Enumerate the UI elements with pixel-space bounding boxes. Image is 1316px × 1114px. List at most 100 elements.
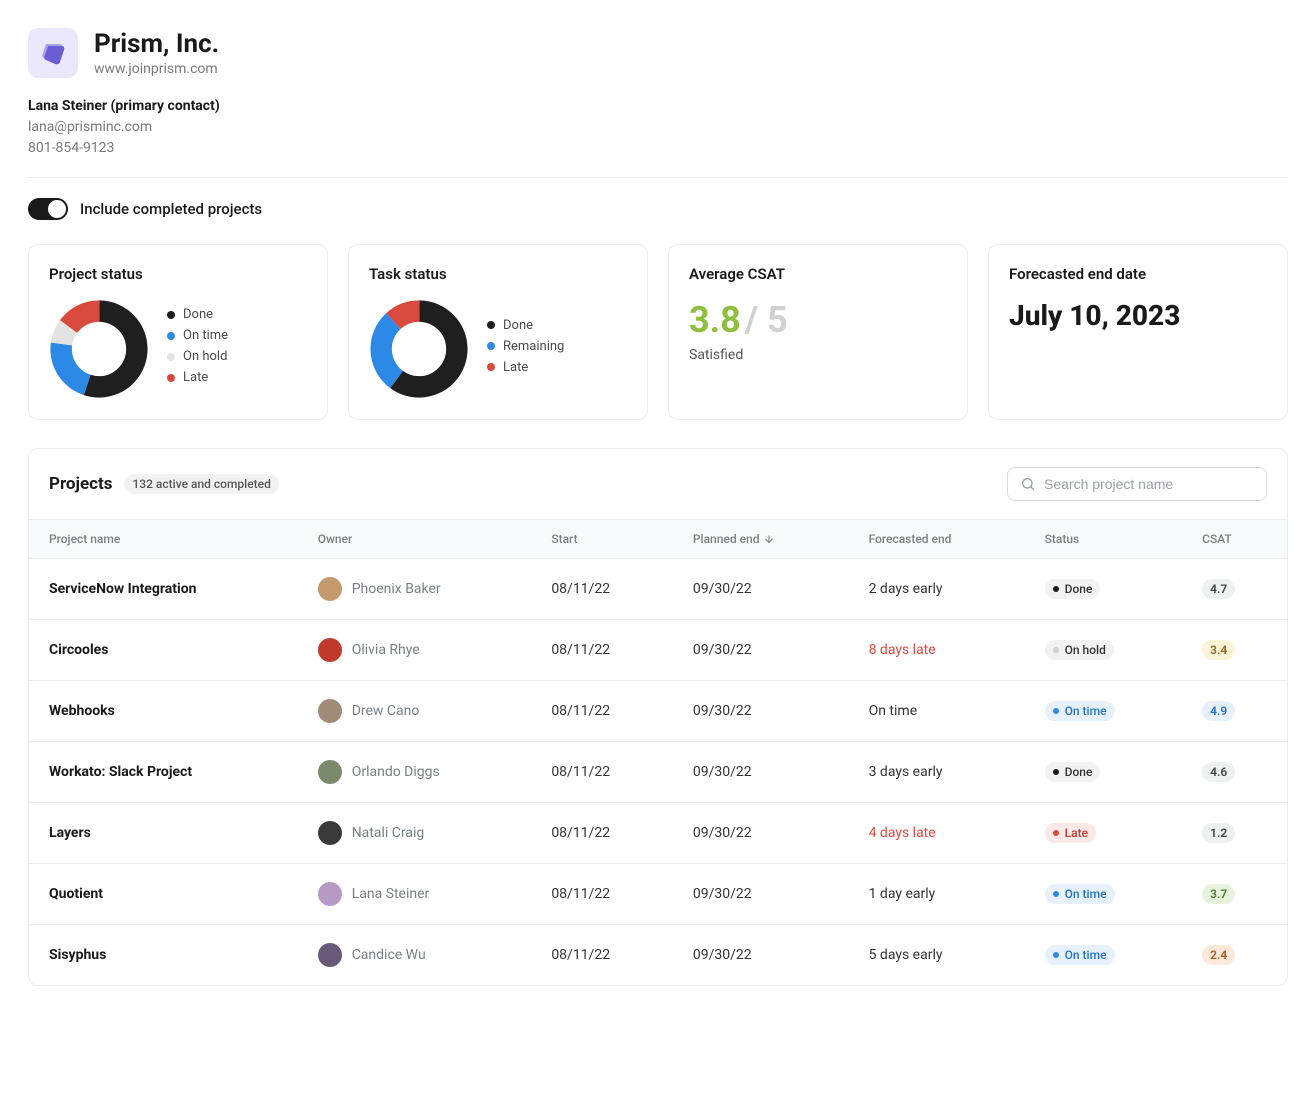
company-logo — [28, 28, 78, 78]
legend-label: Done — [183, 307, 213, 322]
avatar — [318, 943, 342, 967]
project-name-cell: Workato: Slack Project — [29, 742, 298, 803]
col-owner[interactable]: Owner — [298, 520, 532, 559]
status-cell: Late — [1025, 803, 1182, 864]
csat-badge: 4.9 — [1202, 701, 1235, 721]
planned-end-cell: 09/30/22 — [673, 559, 849, 620]
start-cell: 08/11/22 — [531, 559, 673, 620]
avatar — [318, 821, 342, 845]
start-cell: 08/11/22 — [531, 925, 673, 986]
owner-name: Candice Wu — [352, 947, 426, 963]
dot-icon — [487, 363, 495, 371]
owner-name: Lana Steiner — [352, 886, 430, 902]
status-cell: Done — [1025, 742, 1182, 803]
table-row[interactable]: ServiceNow Integration Phoenix Baker 08/… — [29, 559, 1287, 620]
dot-icon — [1053, 830, 1059, 836]
table-row[interactable]: Workato: Slack Project Orlando Diggs 08/… — [29, 742, 1287, 803]
project-status-card: Project status Done On time On hold Late — [28, 244, 328, 420]
table-row[interactable]: Layers Natali Craig 08/11/22 09/30/22 4 … — [29, 803, 1287, 864]
card-title: Average CSAT — [689, 265, 947, 283]
col-forecasted-end[interactable]: Forecasted end — [849, 520, 1025, 559]
owner-name: Phoenix Baker — [352, 581, 441, 597]
owner-name: Olivia Rhye — [352, 642, 420, 658]
col-planned-end[interactable]: Planned end — [673, 520, 849, 559]
csat-cell: 3.4 — [1182, 620, 1287, 681]
project-name-cell: Webhooks — [29, 681, 298, 742]
avatar — [318, 882, 342, 906]
col-project-name[interactable]: Project name — [29, 520, 298, 559]
status-cell: On time — [1025, 925, 1182, 986]
start-cell: 08/11/22 — [531, 620, 673, 681]
csat-badge: 1.2 — [1202, 823, 1235, 843]
forecast-date: July 10, 2023 — [1009, 299, 1267, 332]
forecast-card: Forecasted end date July 10, 2023 — [988, 244, 1288, 420]
include-completed-toggle[interactable] — [28, 198, 68, 220]
table-row[interactable]: Sisyphus Candice Wu 08/11/22 09/30/22 5 … — [29, 925, 1287, 986]
status-cell: On time — [1025, 864, 1182, 925]
dot-icon — [1053, 586, 1059, 592]
card-title: Project status — [49, 265, 307, 283]
csat-cell: 1.2 — [1182, 803, 1287, 864]
arrow-down-icon — [763, 533, 775, 545]
csat-cell: 4.9 — [1182, 681, 1287, 742]
col-status[interactable]: Status — [1025, 520, 1182, 559]
card-title: Forecasted end date — [1009, 265, 1267, 283]
csat-badge: 3.7 — [1202, 884, 1235, 904]
forecasted-end-cell: 8 days late — [849, 620, 1025, 681]
forecasted-end-cell: On time — [849, 681, 1025, 742]
status-badge: On time — [1045, 945, 1115, 965]
forecasted-end-cell: 1 day early — [849, 864, 1025, 925]
csat-cell: 3.7 — [1182, 864, 1287, 925]
start-cell: 08/11/22 — [531, 742, 673, 803]
contact-phone: 801-854-9123 — [28, 138, 1288, 159]
toggle-knob — [48, 200, 66, 218]
table-row[interactable]: Quotient Lana Steiner 08/11/22 09/30/22 … — [29, 864, 1287, 925]
status-badge: Late — [1045, 823, 1096, 843]
col-csat[interactable]: CSAT — [1182, 520, 1287, 559]
owner-cell: Orlando Diggs — [298, 742, 532, 803]
csat-cell: 2.4 — [1182, 925, 1287, 986]
company-url[interactable]: www.joinprism.com — [94, 61, 219, 77]
csat-badge: 2.4 — [1202, 945, 1235, 965]
avatar — [318, 577, 342, 601]
col-start[interactable]: Start — [531, 520, 673, 559]
table-row[interactable]: Webhooks Drew Cano 08/11/22 09/30/22 On … — [29, 681, 1287, 742]
start-cell: 08/11/22 — [531, 864, 673, 925]
owner-name: Orlando Diggs — [352, 764, 440, 780]
dot-icon — [1053, 891, 1059, 897]
planned-end-cell: 09/30/22 — [673, 620, 849, 681]
owner-name: Drew Cano — [352, 703, 420, 719]
csat-label: Satisfied — [689, 347, 947, 363]
contact-email: lana@prisminc.com — [28, 117, 1288, 138]
project-name-cell: Circooles — [29, 620, 298, 681]
csat-card: Average CSAT 3.8 / 5 Satisfied — [668, 244, 968, 420]
divider — [28, 177, 1288, 178]
search-input[interactable] — [1044, 476, 1254, 492]
project-status-legend: Done On time On hold Late — [167, 307, 228, 391]
owner-cell: Olivia Rhye — [298, 620, 532, 681]
table-row[interactable]: Circooles Olivia Rhye 08/11/22 09/30/22 … — [29, 620, 1287, 681]
search-box[interactable] — [1007, 467, 1267, 501]
csat-max: / 5 — [745, 299, 788, 341]
planned-end-cell: 09/30/22 — [673, 742, 849, 803]
status-cell: Done — [1025, 559, 1182, 620]
owner-cell: Natali Craig — [298, 803, 532, 864]
status-badge: Done — [1045, 579, 1101, 599]
status-badge: On time — [1045, 884, 1115, 904]
owner-cell: Candice Wu — [298, 925, 532, 986]
status-badge: On time — [1045, 701, 1115, 721]
legend-label: On time — [183, 328, 228, 343]
csat-badge: 4.7 — [1202, 579, 1235, 599]
primary-contact: Lana Steiner (primary contact) lana@pris… — [28, 96, 1288, 159]
dot-icon — [1053, 952, 1059, 958]
legend-label: Remaining — [503, 339, 564, 354]
dot-icon — [167, 332, 175, 340]
legend-label: On hold — [183, 349, 227, 364]
csat-value: 3.8 — [689, 299, 741, 341]
project-name-cell: Sisyphus — [29, 925, 298, 986]
owner-cell: Lana Steiner — [298, 864, 532, 925]
company-name: Prism, Inc. — [94, 29, 219, 59]
project-status-donut — [49, 299, 149, 399]
status-cell: On time — [1025, 681, 1182, 742]
legend-label: Done — [503, 318, 533, 333]
